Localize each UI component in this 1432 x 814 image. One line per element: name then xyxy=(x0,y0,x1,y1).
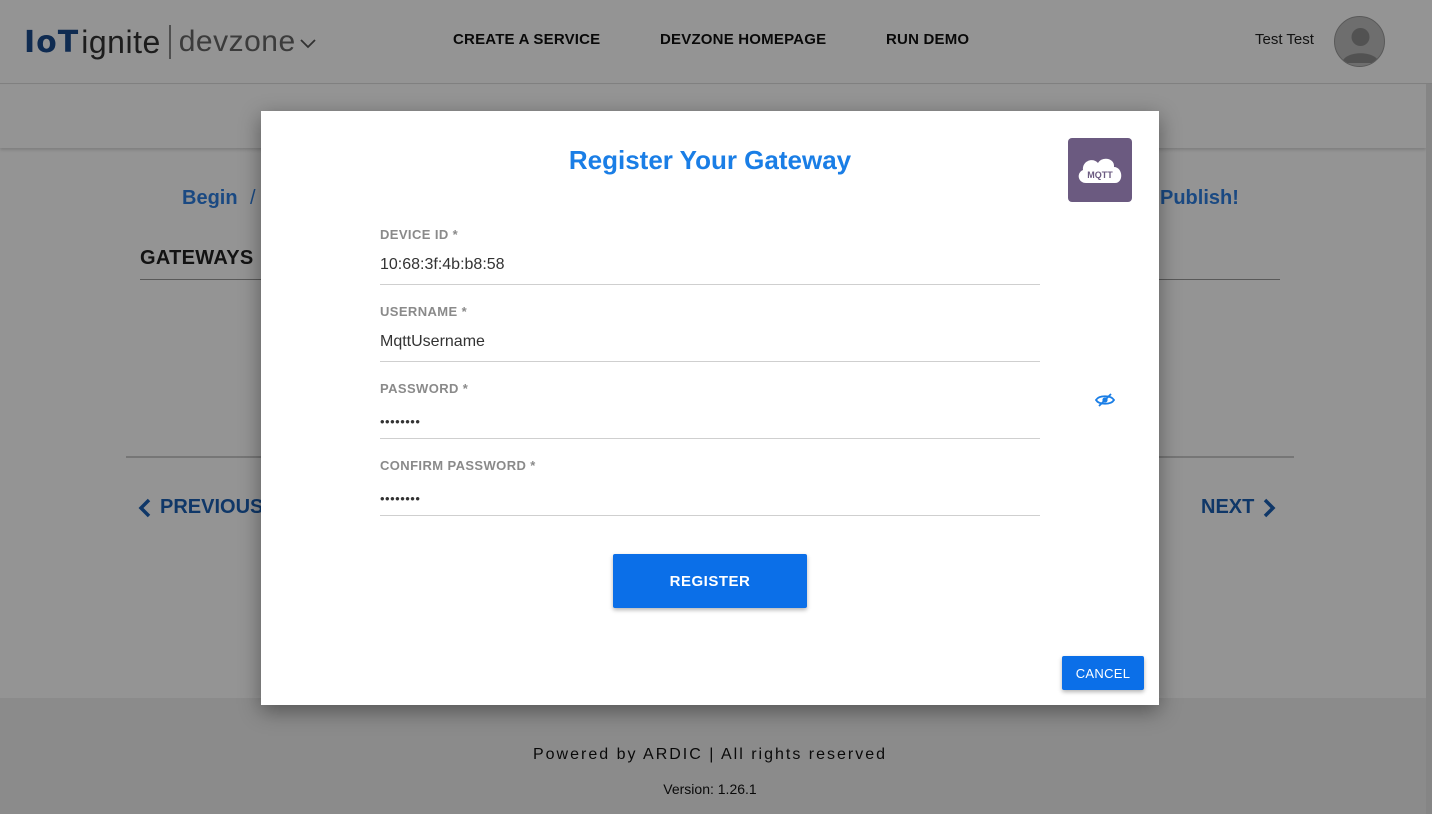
mqtt-cloud-icon: MQTT xyxy=(1078,158,1122,183)
confirm-password-input[interactable]: •••••••• xyxy=(380,487,1040,509)
eye-slash-icon[interactable] xyxy=(1095,392,1115,408)
password-underline xyxy=(380,438,1040,439)
confirm-password-underline xyxy=(380,515,1040,516)
username-underline xyxy=(380,361,1040,362)
cancel-button[interactable]: CANCEL xyxy=(1062,656,1144,690)
dialog-title: Register Your Gateway xyxy=(568,145,852,175)
confirm-password-field[interactable]: CONFIRM PASSWORD * •••••••• xyxy=(380,458,1040,516)
username-input[interactable]: MqttUsername xyxy=(380,333,1040,355)
device-id-input[interactable]: 10:68:3f:4b:b8:58 xyxy=(380,256,1040,278)
mqtt-logo: MQTT xyxy=(1068,138,1132,202)
password-label: PASSWORD * xyxy=(380,381,469,396)
register-gateway-dialog: Register Your Gateway MQTT DEVICE ID * 1… xyxy=(261,111,1159,705)
device-id-label: DEVICE ID * xyxy=(380,227,459,242)
username-label: USERNAME * xyxy=(380,304,468,319)
mqtt-badge-text: MQTT xyxy=(1087,170,1113,180)
username-field[interactable]: USERNAME * MqttUsername xyxy=(380,304,1040,362)
password-input[interactable]: •••••••• xyxy=(380,410,1040,432)
register-button[interactable]: REGISTER xyxy=(613,554,807,608)
confirm-password-label: CONFIRM PASSWORD * xyxy=(380,458,536,473)
device-id-field[interactable]: DEVICE ID * 10:68:3f:4b:b8:58 xyxy=(380,227,1040,285)
device-id-underline xyxy=(380,284,1040,285)
password-field[interactable]: PASSWORD * •••••••• xyxy=(380,381,1040,439)
